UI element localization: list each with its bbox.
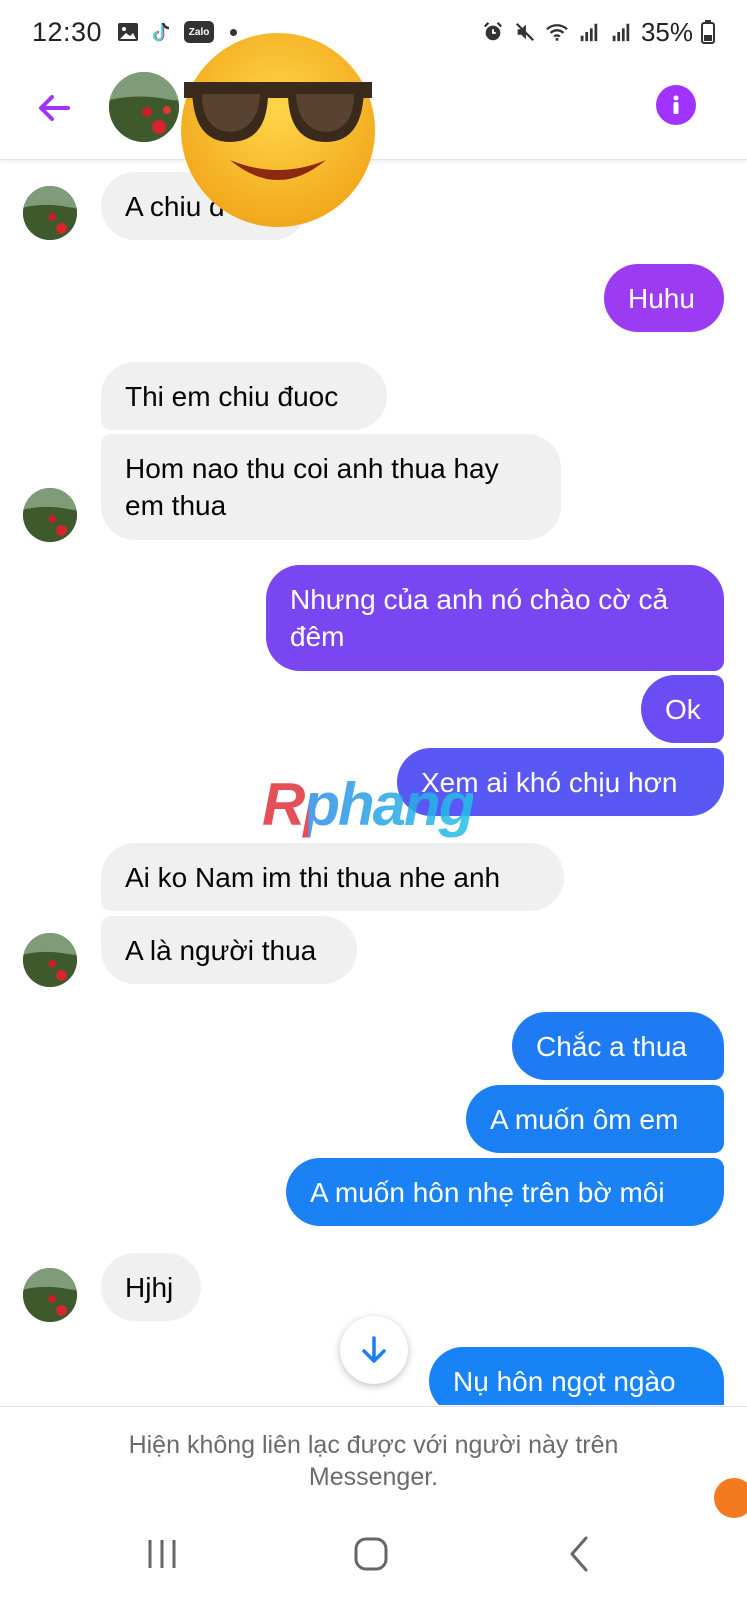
battery-icon: [701, 20, 715, 44]
message-bubble-outgoing[interactable]: Huhu: [604, 264, 724, 332]
contact-avatar-small[interactable]: [23, 1268, 77, 1322]
message-bubble-incoming[interactable]: Hjhj: [101, 1253, 201, 1321]
message-bubble-outgoing[interactable]: A muốn ôm em: [466, 1085, 724, 1153]
contact-avatar[interactable]: [109, 72, 179, 142]
back-icon[interactable]: [560, 1534, 600, 1574]
message-bubble-incoming[interactable]: Thi em chiu đuoc: [101, 362, 387, 430]
message-bubble-incoming[interactable]: Hom nao thu coi anh thua hay em thua: [101, 434, 561, 540]
system-navigation-bar: [0, 1506, 747, 1600]
message-bubble-incoming[interactable]: Ai ko Nam im thi thua nhe anh: [101, 843, 564, 911]
message-bubble-incoming[interactable]: A là người thua: [101, 916, 357, 984]
contact-avatar-small[interactable]: [23, 933, 77, 987]
sunglasses-emoji-icon: [181, 33, 375, 227]
message-line: đêm: [290, 621, 345, 652]
unavailable-notice: Hiện không liên lạc được với người này t…: [0, 1406, 747, 1506]
message-line: em thua: [125, 490, 227, 521]
signal-icon: [580, 23, 598, 42]
notice-line: Hiện không liên lạc được với người này t…: [128, 1431, 619, 1459]
message-bubble-outgoing[interactable]: Ok: [641, 675, 724, 743]
signal-icon: [612, 23, 630, 42]
notice-line: Messenger.: [308, 1463, 439, 1491]
battery-percent: 35%: [640, 16, 693, 47]
home-icon[interactable]: [351, 1534, 391, 1574]
system-icons: 35%: [481, 17, 715, 48]
message-bubble-outgoing[interactable]: Chắc a thua: [512, 1012, 724, 1080]
gallery-icon: [118, 23, 139, 41]
arrow-down-icon: [362, 1336, 386, 1363]
info-icon: [673, 95, 679, 114]
status-time: 12:30: [32, 16, 103, 47]
contact-avatar-small[interactable]: [23, 488, 77, 542]
message-bubble-outgoing[interactable]: Nụ hôn ngọt ngào: [429, 1347, 724, 1405]
mute-icon: [515, 22, 535, 42]
recent-apps-icon[interactable]: [142, 1534, 182, 1574]
alarm-icon: [483, 22, 503, 41]
info-button[interactable]: [656, 85, 696, 125]
tiktok-icon: [152, 22, 170, 42]
message-line: Nhưng của anh nó chào cờ cả: [290, 584, 669, 615]
watermark-text: Rphang: [262, 771, 475, 838]
message-bubble-outgoing[interactable]: A muốn hôn nhẹ trên bờ môi: [286, 1158, 724, 1226]
scroll-down-button[interactable]: [340, 1316, 408, 1384]
back-arrow-icon[interactable]: [34, 88, 74, 128]
message-line: Hom nao thu coi anh thua hay: [125, 453, 499, 484]
wifi-icon: [546, 24, 568, 41]
contact-avatar-small[interactable]: [23, 186, 77, 240]
watermark-logo: Rphang: [262, 770, 475, 839]
message-bubble-outgoing[interactable]: Nhưng của anh nó chào cờ cả đêm: [266, 565, 724, 671]
